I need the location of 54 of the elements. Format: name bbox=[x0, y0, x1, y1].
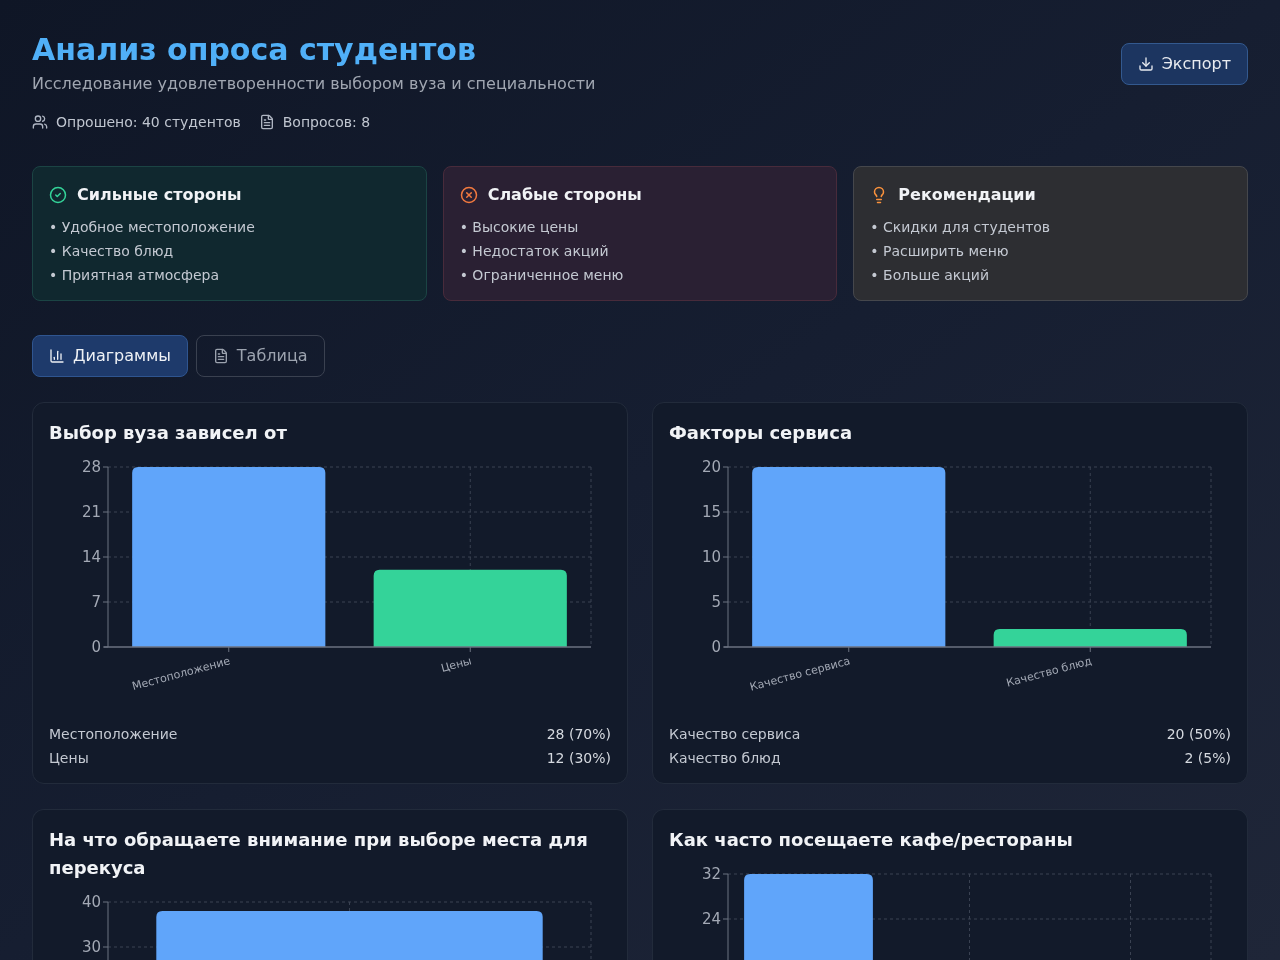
insight-item: • Больше акций bbox=[870, 266, 991, 285]
insight-item: • Скидки для студентов bbox=[870, 218, 1052, 237]
x-axis-label: Цены bbox=[439, 654, 474, 675]
x-circle-icon bbox=[459, 186, 478, 204]
y-axis-label: 24 bbox=[701, 910, 721, 928]
y-axis-label: 10 bbox=[701, 548, 721, 566]
y-axis bbox=[102, 901, 109, 960]
y-axis-label: 5 bbox=[711, 593, 721, 611]
stat-text: Опрошено: 40 студентов bbox=[56, 113, 241, 132]
insight-item: • Качество блюд bbox=[49, 242, 175, 261]
chart-title: Факторы сервиса bbox=[669, 421, 854, 445]
bar-chart-icon bbox=[49, 348, 65, 364]
document-icon bbox=[258, 114, 275, 130]
y-axis-label: 21 bbox=[81, 503, 101, 521]
y-axis-label: 7 bbox=[91, 593, 101, 611]
insight-item: • Удобное местоположение bbox=[49, 218, 256, 237]
y-axis-label: 20 bbox=[701, 458, 721, 476]
insight-item: • Приятная атмосфера bbox=[49, 266, 220, 285]
view-tab[interactable]: Таблица bbox=[195, 335, 325, 377]
stat-text: Вопросов: 8 bbox=[282, 113, 371, 132]
insight-item: • Расширить меню bbox=[870, 242, 1010, 261]
download-icon bbox=[1137, 56, 1154, 72]
y-axis-label: 0 bbox=[711, 638, 721, 656]
y-axis-label: 14 bbox=[81, 548, 101, 566]
legend-value: 2 (5%) bbox=[1184, 749, 1231, 768]
y-axis-label: 15 bbox=[701, 503, 721, 521]
insight-item: • Ограниченное меню bbox=[459, 266, 625, 285]
page-subtitle: Исследование удовлетворенности выбором вуза и специальности bbox=[32, 73, 596, 95]
legend-value: 12 (30%) bbox=[546, 749, 611, 768]
chart-title: На что обращаете внимание при выборе места для перекуса bbox=[49, 828, 589, 880]
y-axis-label: 32 bbox=[701, 865, 721, 883]
check-circle-icon bbox=[49, 186, 67, 204]
insight-item: • Недостаток акций bbox=[459, 242, 610, 261]
y-axis-label: 28 bbox=[81, 458, 101, 476]
insight-title: Сильные стороны bbox=[77, 184, 242, 206]
legend-label: Цены bbox=[49, 749, 89, 768]
legend-value: 28 (70%) bbox=[546, 725, 611, 744]
page-title: Анализ опроса студентов bbox=[32, 32, 477, 68]
y-axis-label: 30 bbox=[81, 938, 101, 956]
view-tab[interactable]: Диаграммы bbox=[32, 335, 188, 377]
chart-title: Выбор вуза зависел от bbox=[49, 421, 288, 445]
insight-title: Слабые стороны bbox=[487, 184, 642, 206]
people-icon bbox=[32, 114, 48, 130]
legend-label: Качество блюд bbox=[669, 749, 781, 768]
legend-value: 20 (50%) bbox=[1166, 725, 1231, 744]
legend-label: Качество сервиса bbox=[669, 725, 801, 744]
y-axis-label: 40 bbox=[81, 893, 101, 911]
legend-label: Местоположение bbox=[49, 725, 178, 744]
document-icon bbox=[212, 348, 229, 364]
insight-title: Рекомендации bbox=[898, 184, 1036, 206]
y-axis-label: 0 bbox=[91, 638, 101, 656]
export-button[interactable]: Экспорт bbox=[1120, 43, 1248, 85]
chart-title: Как часто посещаете кафе/рестораны bbox=[669, 828, 1074, 852]
insight-item: • Высокие цены bbox=[459, 218, 580, 237]
